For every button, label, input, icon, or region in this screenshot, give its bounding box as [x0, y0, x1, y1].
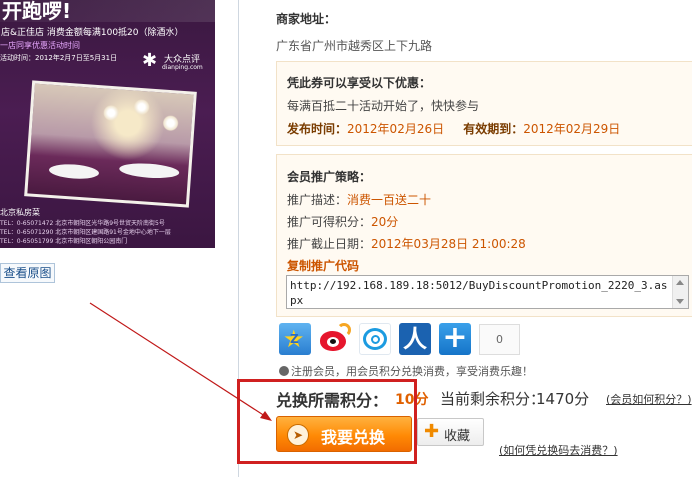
scroll-up-icon[interactable] — [676, 280, 684, 285]
offer-description: 每满百抵二十活动开始了，快快参与 — [287, 99, 480, 113]
add-favorite-icon: ✚ — [424, 421, 440, 442]
offer-title: 凭此券可以享受以下优惠： — [287, 76, 432, 90]
highlight-box — [237, 379, 417, 464]
remaining-points-label: 当前剩余积分： — [440, 390, 546, 408]
textarea-scrollbar[interactable] — [672, 276, 688, 308]
branch-title: 北京私房菜 — [0, 208, 40, 217]
address-value: 广东省广州市越秀区上下九路 — [276, 39, 433, 53]
promotion-title: 会员推广策略： — [287, 170, 372, 184]
share-count: 0 — [479, 324, 520, 355]
copy-code-link[interactable]: 复制推广代码 — [287, 257, 359, 274]
view-original-button[interactable]: 查看原图 — [0, 263, 55, 283]
promotion-deadline-value: 2012年03月28日 21:00:28 — [371, 237, 526, 251]
weibo-pupil-dot — [330, 339, 336, 344]
address-label: 商家地址： — [276, 12, 337, 26]
favorite-button-label: 收藏 — [444, 429, 471, 444]
tqq-dot — [371, 335, 380, 344]
chandelier-icon — [162, 114, 180, 132]
renren-icon[interactable]: 人 — [399, 323, 431, 355]
weibo-arc — [337, 323, 351, 337]
promotion-points-label: 推广可得积分： — [287, 215, 372, 229]
info-bullet-icon — [279, 366, 289, 376]
publish-date: 2012年02月26日 — [347, 122, 445, 136]
promotion-deadline-label: 推广截止日期： — [287, 237, 372, 251]
offer-panel: 凭此券可以享受以下优惠： 每满百抵二十活动开始了，快快参与 发布时间：2012年… — [276, 61, 692, 146]
promotion-code-textarea[interactable]: http://192.168.189.18:5012/BuyDiscountPr… — [286, 275, 689, 309]
promotion-desc-label: 推广描述： — [287, 193, 348, 207]
branch-line: TEL：0-65071290 北京市朝阳区建国路91号金地中心地下一层 — [0, 229, 171, 236]
register-note: 注册会员，用会员积分兑换消费，享受消费乐趣！ — [291, 365, 533, 378]
promo-subline: 一店同享优惠活动时间 — [0, 41, 80, 50]
dining-table — [48, 162, 100, 181]
favorite-button[interactable]: ✚ 收藏 — [417, 418, 484, 446]
weibo-icon[interactable] — [319, 323, 351, 355]
expire-date: 2012年02月29日 — [523, 122, 621, 136]
branch-line: TEL：0-65051799 北京市朝阳区朝阳公园南门 — [0, 238, 128, 245]
promotion-points-value: 20分 — [371, 215, 399, 229]
promotion-panel: 会员推广策略： 推广描述：消费一百送二十 推广可得积分：20分 推广截止日期：2… — [276, 154, 692, 317]
plus-icon: + — [442, 320, 468, 355]
chandelier-icon — [133, 98, 151, 116]
renren-glyph: 人 — [403, 325, 427, 353]
how-to-earn-points-link[interactable]: (会员如何积分？) — [606, 391, 692, 407]
qzone-letter: Z — [290, 332, 299, 346]
promotion-code-text: http://192.168.189.18:5012/BuyDiscountPr… — [290, 279, 668, 307]
promo-dates: 活动时间：2012年2月7日至5月31日 — [0, 54, 118, 62]
promotion-desc-value: 消费一百送二十 — [347, 193, 432, 207]
publish-label: 发布时间： — [287, 122, 348, 136]
promotion-deadline: 推广截止日期：2012年03月28日 21:00:28 — [287, 235, 526, 252]
remaining-points-value: 1470分 — [536, 390, 590, 408]
promo-headline: 开跑啰! — [2, 0, 72, 23]
promo-banner: 店&正佳店 消费金额每满100抵20（除酒水） — [1, 28, 184, 38]
dianping-logo-icon: ✱ — [142, 50, 158, 71]
restaurant-photo — [24, 80, 197, 208]
promo-image: 开跑啰! 店&正佳店 消费金额每满100抵20（除酒水） 一店同享优惠活动时间 … — [0, 0, 215, 248]
more-share-icon[interactable]: + — [439, 323, 471, 355]
chandelier-icon — [102, 104, 120, 122]
offer-dates: 发布时间：2012年02月26日 有效期到：2012年02月29日 — [287, 120, 620, 137]
dianping-logo: ✱ 大众点评 dianping.com — [142, 50, 212, 74]
promotion-description: 推广描述：消费一百送二十 — [287, 191, 431, 208]
branch-line: TEL：0-65071472 北京市朝阳区光华路9号世贸天阶南街5号 — [0, 220, 165, 227]
tencent-weibo-icon[interactable] — [359, 323, 391, 355]
dianping-logo-url: dianping.com — [162, 64, 203, 71]
dining-table — [118, 161, 180, 180]
how-to-use-voucher-link[interactable]: (如何凭兑换码去消费？) — [499, 442, 618, 458]
scroll-down-icon[interactable] — [676, 299, 684, 304]
expire-label: 有效期到： — [463, 122, 524, 136]
qzone-icon[interactable]: ★ Z — [279, 323, 311, 355]
promotion-points: 推广可得积分：20分 — [287, 213, 398, 230]
